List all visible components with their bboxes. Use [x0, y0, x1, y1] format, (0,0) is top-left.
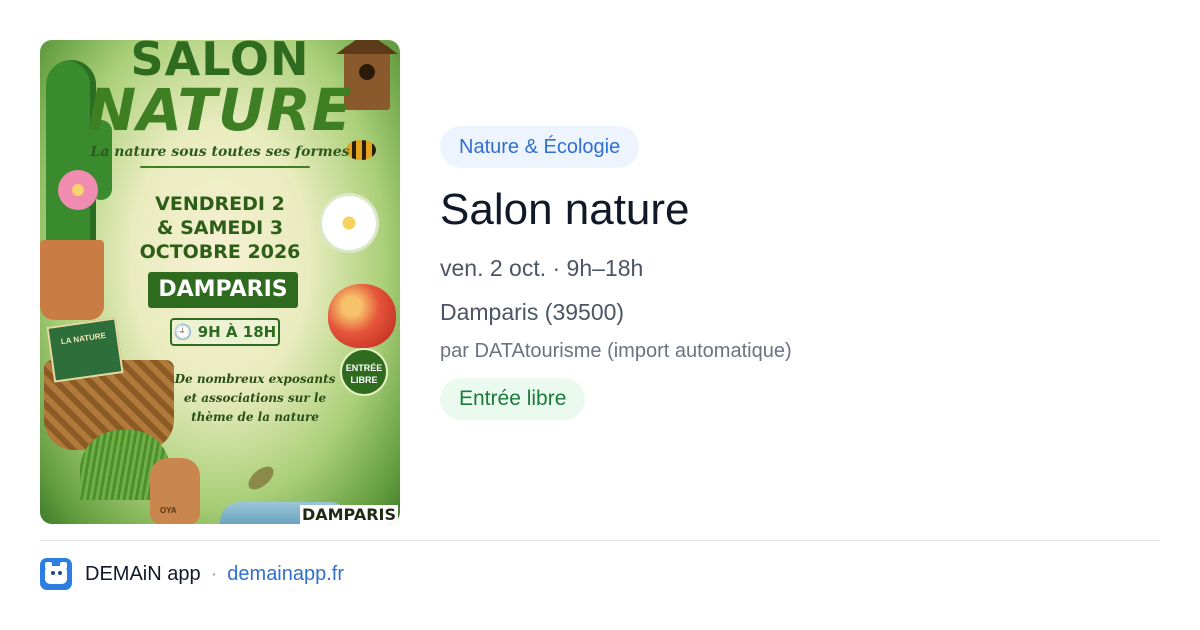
- logo-eye-left: [51, 571, 55, 575]
- event-poster-image[interactable]: LA NATURE OYA SALON NATURE La nature sou…: [40, 40, 400, 524]
- app-domain-link[interactable]: demainapp.fr: [227, 563, 344, 586]
- poster-dates-line2: & SAMEDI 3: [156, 217, 284, 239]
- event-source: par DATAtourisme (import automatique): [440, 340, 792, 362]
- poster-place-banner: DAMPARIS: [148, 272, 298, 308]
- poster-free-line2: LIBRE: [350, 375, 378, 385]
- logo-eye-right: [58, 571, 62, 575]
- poster-brand-logo: DAMPARIS: [299, 505, 398, 524]
- poster-exposants-text: De nombreux exposants et associations su…: [174, 372, 336, 424]
- poster-tagline: La nature sous toutes ses formes: [90, 144, 350, 160]
- event-datetime: ven. 2 oct. · 9h–18h: [440, 255, 644, 281]
- logo-face: [45, 566, 67, 584]
- price-badge: Entrée libre: [440, 378, 586, 420]
- category-badge[interactable]: Nature & Écologie: [440, 126, 640, 168]
- app-name: DEMAiN app: [85, 562, 201, 585]
- apple-illustration: [328, 284, 396, 348]
- poster-free-line1: ENTRÉE: [345, 363, 383, 373]
- poster-hours: 🕘 9H À 18H: [170, 318, 280, 346]
- poster-dates: VENDREDI 2 & SAMEDI 3 OCTOBRE 2026: [40, 192, 400, 264]
- footer-separator: ·: [210, 562, 218, 585]
- poster-dates-line3: OCTOBRE 2026: [139, 241, 301, 263]
- poster-book: LA NATURE: [46, 317, 124, 383]
- poster-title-line2: NATURE: [87, 76, 353, 144]
- poster-free-entry-badge: ENTRÉE LIBRE: [340, 348, 388, 396]
- event-title[interactable]: Salon nature: [440, 182, 1140, 238]
- event-info: Nature & Écologie Salon nature ven. 2 oc…: [440, 126, 1140, 420]
- poster-jar-label: OYA: [160, 506, 177, 515]
- poster-dates-line1: VENDREDI 2: [155, 193, 285, 215]
- footer: DEMAiN app · demainapp.fr: [40, 558, 344, 590]
- poster-tagline-underline: [140, 166, 310, 168]
- fish-illustration: [244, 462, 278, 494]
- event-card[interactable]: LA NATURE OYA SALON NATURE La nature sou…: [40, 40, 1160, 524]
- footer-divider: [40, 540, 1160, 541]
- app-logo-icon: [40, 558, 72, 590]
- event-location: Damparis (39500): [440, 299, 625, 325]
